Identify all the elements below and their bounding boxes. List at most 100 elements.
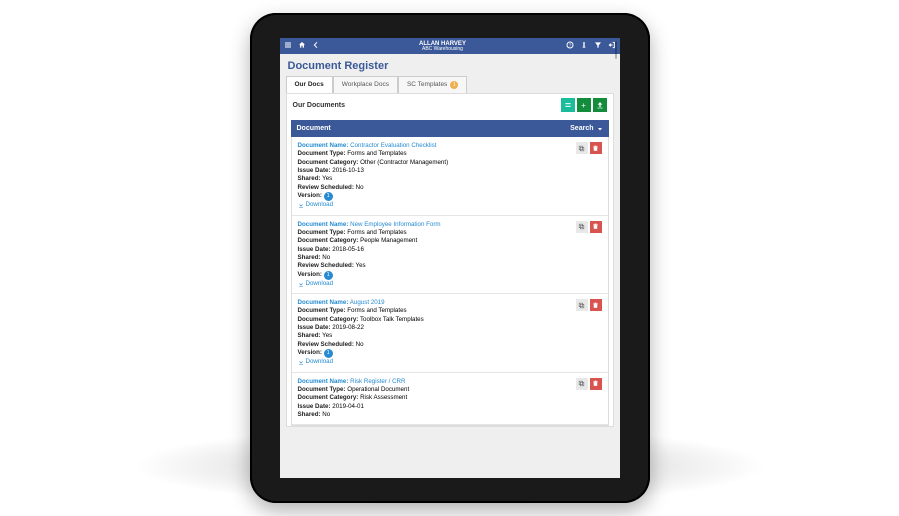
field-label: Review Scheduled: — [298, 341, 354, 348]
shared-value: No — [322, 254, 330, 261]
download-link[interactable]: Download — [298, 358, 602, 366]
help-icon[interactable]: ? — [566, 41, 574, 51]
scrollbar[interactable] — [615, 41, 617, 59]
field-label: Document Category: — [298, 237, 359, 244]
notifications-icon[interactable] — [580, 41, 588, 51]
column-header: Document — [297, 125, 331, 132]
delete-button[interactable] — [590, 378, 602, 390]
download-icon — [298, 281, 304, 287]
field-label: Issue Date: — [298, 167, 331, 174]
field-label: Version: — [298, 271, 322, 278]
issue-date: 2019-04-01 — [332, 403, 364, 410]
home-icon[interactable] — [298, 41, 306, 51]
shared-value: No — [322, 411, 330, 418]
field-label: Review Scheduled: — [298, 262, 354, 269]
filter-icon[interactable] — [594, 41, 602, 51]
shared-value: Yes — [322, 175, 332, 182]
tablet-frame: ALLAN HARVEY ABC Warehousing ? Document … — [250, 13, 650, 503]
document-item: Document Name: New Employee Information … — [292, 216, 608, 295]
list-header: Document Search — [291, 120, 609, 137]
field-label: Document Category: — [298, 394, 359, 401]
tab-workplace-docs[interactable]: Workplace Docs — [333, 76, 398, 93]
search-toggle[interactable]: Search — [570, 125, 602, 132]
document-item: Document Name: Risk Register / CRR Docume… — [292, 373, 608, 426]
field-label: Issue Date: — [298, 246, 331, 253]
field-label: Document Type: — [298, 229, 346, 236]
field-label: Shared: — [298, 175, 321, 182]
header-org: ABC Warehousing — [320, 47, 566, 52]
field-label: Document Type: — [298, 386, 346, 393]
field-label: Document Category: — [298, 316, 359, 323]
review-value: Yes — [356, 262, 366, 269]
tab-sc-templates[interactable]: SC Templates1 — [398, 76, 467, 93]
page-title: Document Register — [280, 54, 620, 76]
header-user-block[interactable]: ALLAN HARVEY ABC Warehousing — [320, 41, 566, 52]
panel-header: Our Documents + — [287, 94, 613, 116]
document-name-link[interactable]: Risk Register / CRR — [350, 378, 405, 385]
back-icon[interactable] — [312, 41, 320, 51]
top-navbar: ALLAN HARVEY ABC Warehousing ? — [280, 38, 620, 54]
field-label: Shared: — [298, 332, 321, 339]
field-label: Issue Date: — [298, 403, 331, 410]
screen: ALLAN HARVEY ABC Warehousing ? Document … — [280, 38, 620, 478]
search-label: Search — [570, 125, 593, 132]
tab-label: Our Docs — [295, 81, 324, 88]
document-type: Forms and Templates — [347, 229, 406, 236]
download-icon — [298, 202, 304, 208]
shared-value: Yes — [322, 332, 332, 339]
document-category: Toolbox Talk Templates — [360, 316, 424, 323]
field-label: Version: — [298, 192, 322, 199]
document-name-link[interactable]: August 2019 — [350, 299, 385, 306]
svg-text:?: ? — [568, 43, 571, 48]
copy-button[interactable] — [576, 142, 588, 154]
download-label: Download — [306, 201, 334, 209]
review-value: No — [356, 341, 364, 348]
document-category: People Management — [360, 237, 417, 244]
delete-button[interactable] — [590, 221, 602, 233]
document-type: Forms and Templates — [347, 307, 406, 314]
tab-badge: 1 — [450, 81, 458, 89]
copy-button[interactable] — [576, 221, 588, 233]
review-value: No — [356, 184, 364, 191]
download-label: Download — [306, 358, 334, 366]
menu-icon[interactable] — [284, 41, 292, 51]
document-name-link[interactable]: Contractor Evaluation Checklist — [350, 142, 436, 149]
issue-date: 2018-05-16 — [332, 246, 364, 253]
field-label: Review Scheduled: — [298, 184, 354, 191]
field-label: Document Type: — [298, 307, 346, 314]
documents-panel: Our Documents + Document Search Document… — [286, 93, 614, 427]
version-badge: 1 — [324, 349, 333, 358]
document-category: Risk Assessment — [360, 394, 407, 401]
copy-button[interactable] — [576, 378, 588, 390]
panel-title: Our Documents — [293, 102, 346, 109]
download-link[interactable]: Download — [298, 201, 602, 209]
issue-date: 2016-10-13 — [332, 167, 364, 174]
toggle-view-button[interactable] — [561, 98, 575, 112]
download-icon — [298, 359, 304, 365]
delete-button[interactable] — [590, 142, 602, 154]
documents-list: Document Name: Contractor Evaluation Che… — [291, 137, 609, 426]
download-link[interactable]: Download — [298, 280, 602, 288]
field-label: Document Type: — [298, 150, 346, 157]
document-item: Document Name: Contractor Evaluation Che… — [292, 137, 608, 216]
delete-button[interactable] — [590, 299, 602, 311]
document-name-link[interactable]: New Employee Information Form — [350, 221, 440, 228]
document-type: Operational Document — [347, 386, 409, 393]
version-badge: 1 — [324, 271, 333, 280]
tabs: Our Docs Workplace Docs SC Templates1 — [280, 76, 620, 93]
field-label: Issue Date: — [298, 324, 331, 331]
copy-button[interactable] — [576, 299, 588, 311]
field-label: Document Name: — [298, 299, 349, 306]
export-button[interactable] — [593, 98, 607, 112]
document-item: Document Name: August 2019 Document Type:… — [292, 294, 608, 373]
add-document-button[interactable]: + — [577, 98, 591, 112]
version-badge: 1 — [324, 192, 333, 201]
issue-date: 2019-08-22 — [332, 324, 364, 331]
tab-our-docs[interactable]: Our Docs — [286, 76, 333, 93]
document-category: Other (Contractor Management) — [360, 159, 448, 166]
field-label: Document Name: — [298, 221, 349, 228]
tab-label: SC Templates — [407, 81, 447, 88]
download-label: Download — [306, 280, 334, 288]
field-label: Document Name: — [298, 378, 349, 385]
tab-label: Workplace Docs — [342, 81, 389, 88]
